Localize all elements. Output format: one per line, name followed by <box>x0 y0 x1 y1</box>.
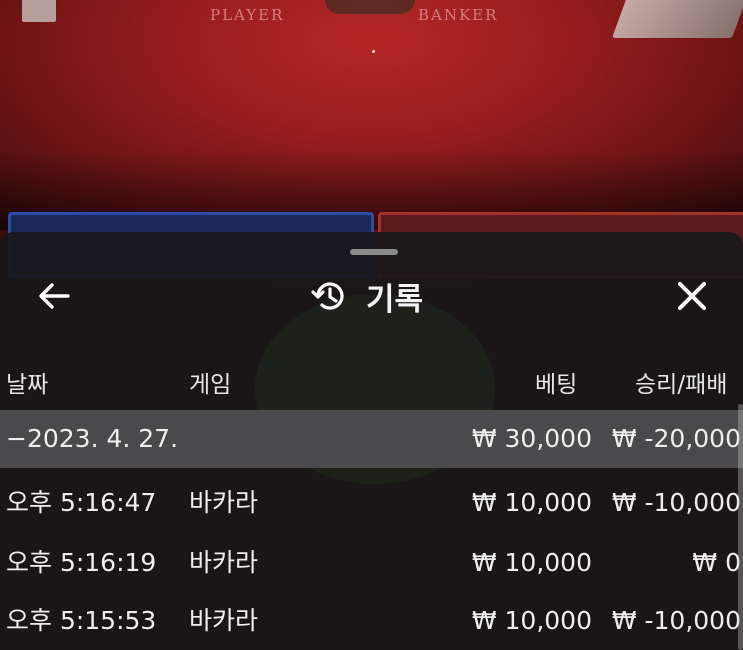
column-header-bet[interactable]: 베팅 <box>535 365 577 399</box>
history-row[interactable]: 오후 5:15:53 바카라 ₩ 10,000 ₩ -10,000 <box>0 592 743 650</box>
column-header-win-loss[interactable]: 승리/패배 <box>635 365 727 399</box>
card-shoe-right <box>611 0 743 38</box>
drag-handle[interactable] <box>350 249 398 255</box>
row-win-loss: ₩ -10,000 <box>611 606 741 635</box>
column-header-date[interactable]: 날짜 <box>6 365 48 399</box>
column-header-game[interactable]: 게임 <box>189 365 231 399</box>
row-time: 오후 5:16:47 <box>6 488 157 517</box>
close-button[interactable] <box>672 276 712 316</box>
group-bet-total: ₩ 30,000 <box>471 424 592 453</box>
row-game: 바카라 <box>189 548 259 577</box>
group-win-loss-total: ₩ -20,000 <box>611 424 741 453</box>
dealer-hands <box>325 0 415 14</box>
history-row[interactable]: 오후 5:16:19 바카라 ₩ 10,000 ₩ 0 <box>0 534 743 592</box>
row-bet: ₩ 10,000 <box>471 606 592 635</box>
row-bet: ₩ 10,000 <box>471 488 592 517</box>
panel-title: 기록 <box>366 281 424 318</box>
row-game: 바카라 <box>189 606 259 635</box>
back-button[interactable] <box>34 276 74 316</box>
table-marker <box>372 50 375 53</box>
row-game: 바카라 <box>189 488 259 517</box>
date-group-row[interactable]: −2023. 4. 27. ₩ 30,000 ₩ -20,000 <box>0 410 743 468</box>
group-date: −2023. 4. 27. <box>6 424 179 453</box>
row-win-loss: ₩ -10,000 <box>611 488 741 517</box>
row-time: 오후 5:15:53 <box>6 606 157 635</box>
panel-header: 기록 <box>310 276 424 318</box>
history-clock-icon <box>311 282 344 310</box>
row-win-loss: ₩ 0 <box>692 548 741 577</box>
card-shoe-left <box>22 0 56 22</box>
close-x-icon <box>678 282 706 310</box>
row-bet: ₩ 10,000 <box>471 548 592 577</box>
row-time: 오후 5:16:19 <box>6 548 157 577</box>
history-panel: 기록 날짜 게임 베팅 승리/패배 −2023. 4. 27. ₩ 30,000… <box>0 232 743 650</box>
history-scrollbar[interactable] <box>738 404 743 650</box>
arrow-left-icon <box>39 283 70 309</box>
player-table-label: PLAYER <box>210 6 285 24</box>
banker-table-label: BANKER <box>418 6 499 24</box>
history-row[interactable]: 오후 5:16:47 바카라 ₩ 10,000 ₩ -10,000 <box>0 474 743 532</box>
